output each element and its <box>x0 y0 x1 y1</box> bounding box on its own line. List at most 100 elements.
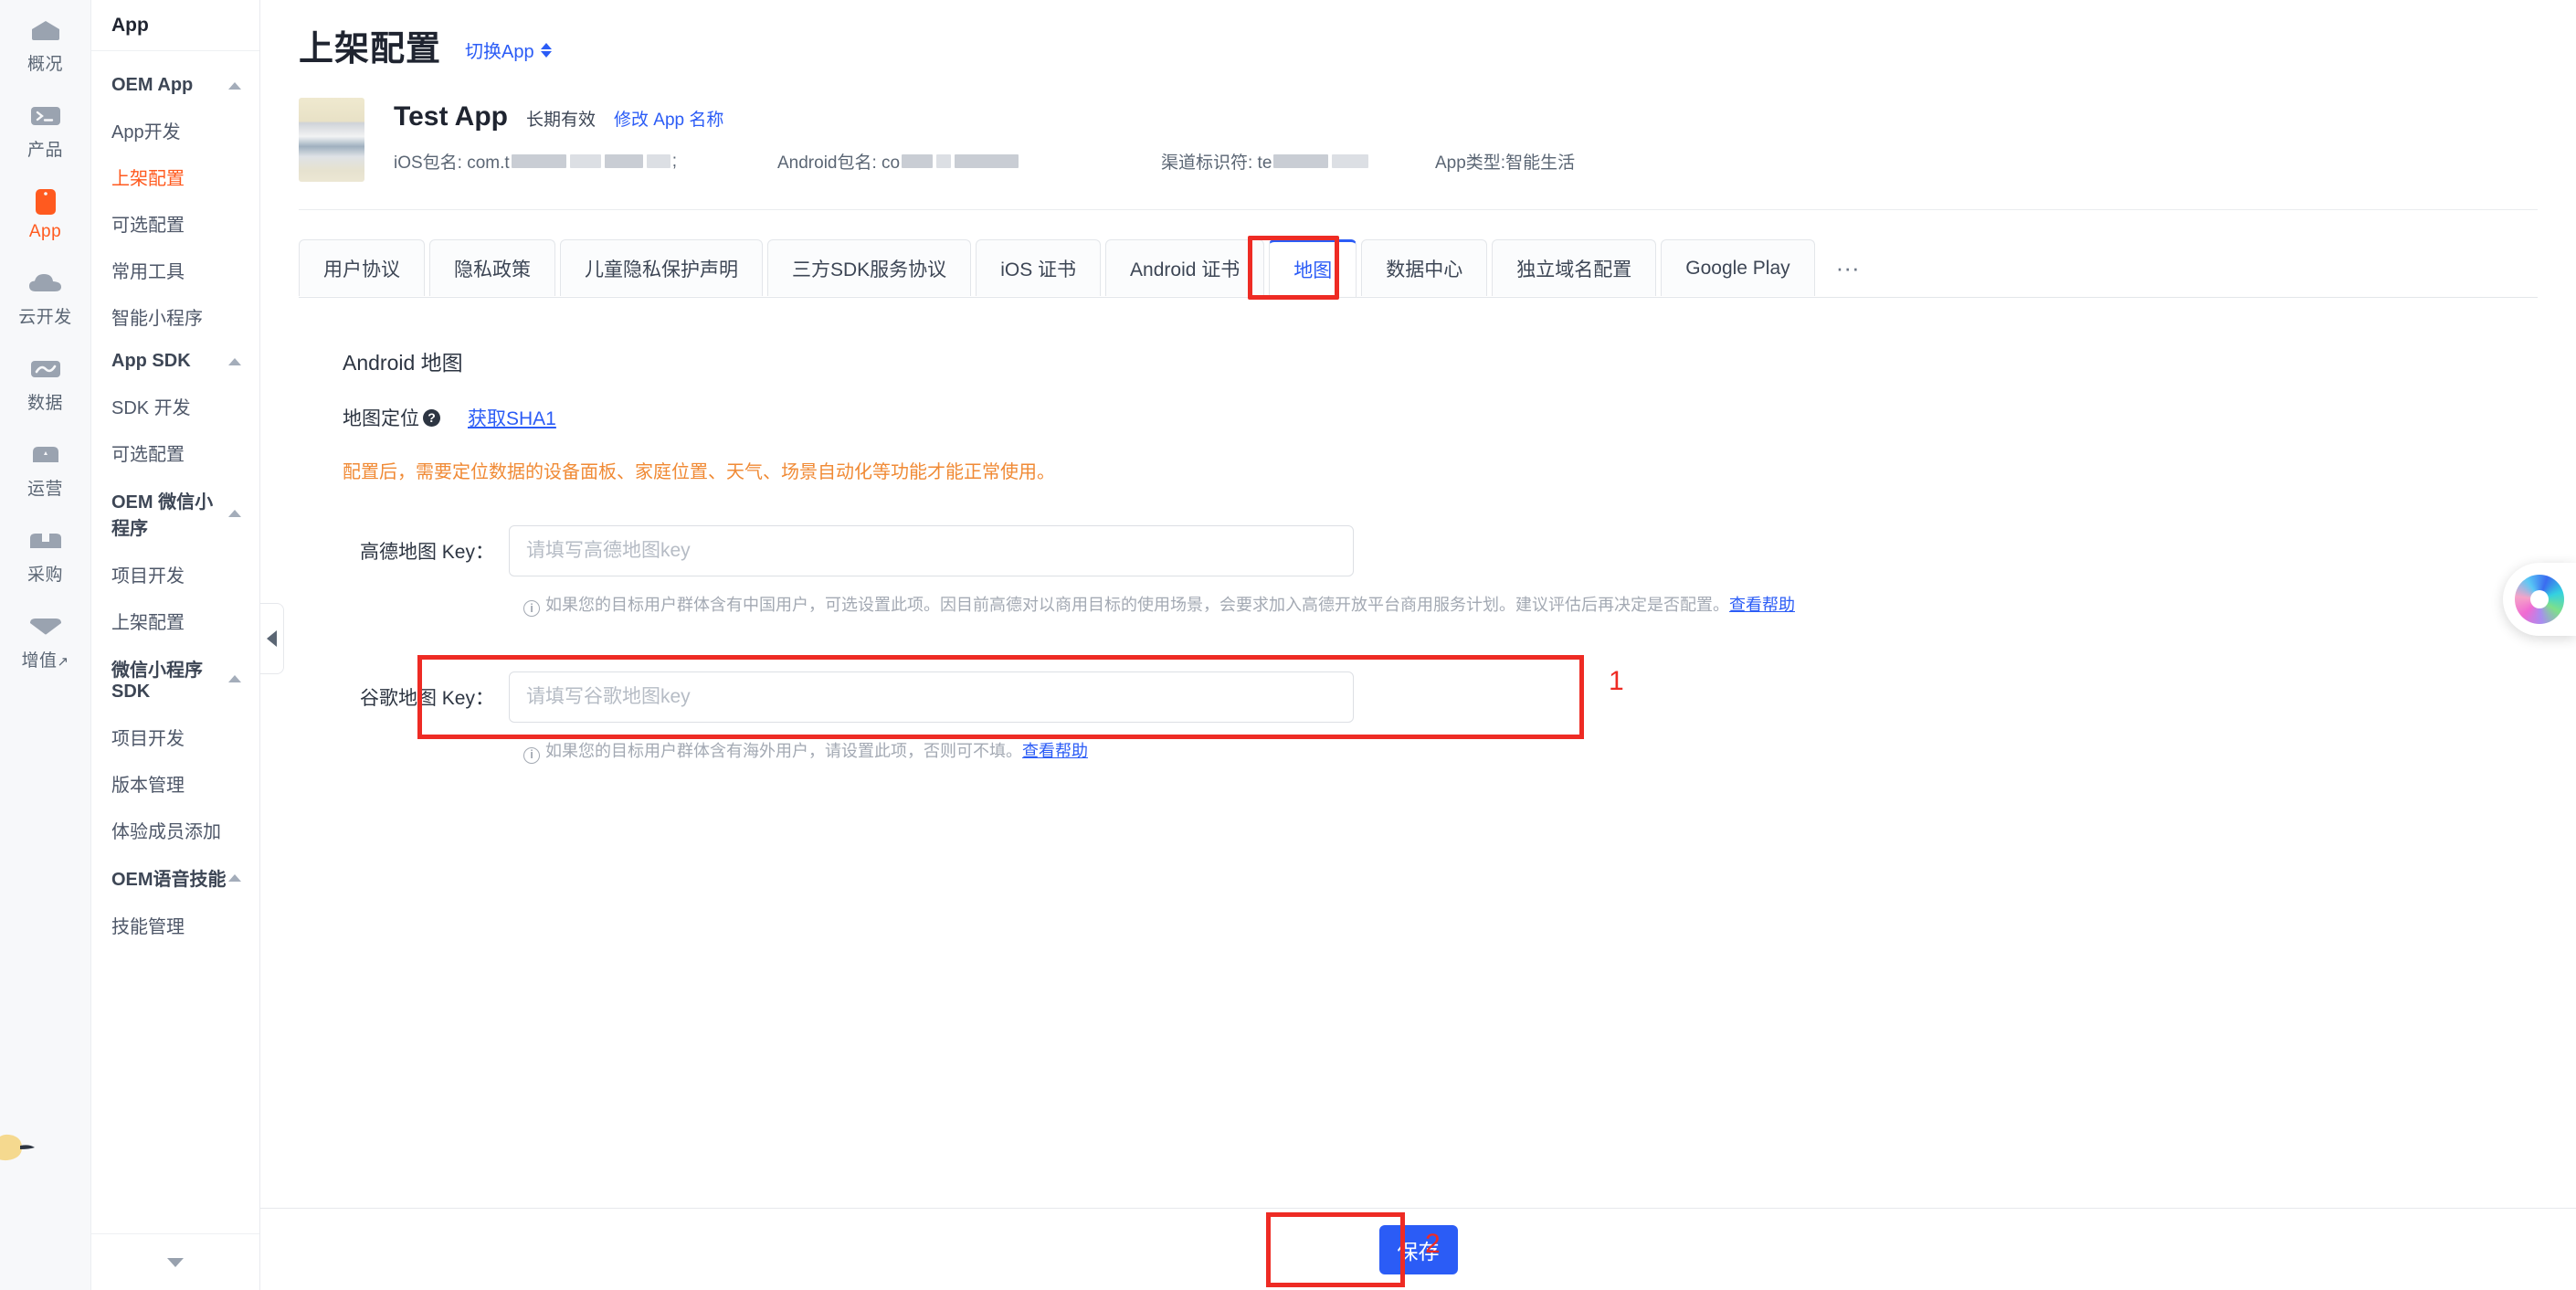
nav-collapse-footer[interactable] <box>91 1233 259 1290</box>
mascot-decoration <box>0 1124 46 1166</box>
chart-icon <box>26 355 65 383</box>
switch-app-label: 切换App <box>465 42 534 62</box>
tab-third-party-sdk[interactable]: 三方SDK服务协议 <box>767 239 972 296</box>
gmap-key-label: 谷歌地图 Key： <box>359 688 494 710</box>
nav-group-oem-app[interactable]: OEM App <box>91 64 259 107</box>
app-name: Test App <box>394 101 508 132</box>
phone-icon <box>26 188 65 216</box>
nav-group-wechat-sdk[interactable]: 微信小程序 SDK <box>91 644 259 714</box>
sidebar-item-listing-config[interactable]: 上架配置 <box>91 153 259 200</box>
amap-help-link[interactable]: 查看帮助 <box>1729 596 1795 614</box>
rail-item-products[interactable]: 产品 <box>0 102 90 161</box>
redaction-block <box>604 154 643 168</box>
rename-app-link[interactable]: 修改 App 名称 <box>614 106 723 131</box>
nav-group-oem-wechat[interactable]: OEM 微信小程序 <box>91 476 259 551</box>
main-content: 上架配置 切换App Test App 长期有效 修改 App 名称 iOS包名… <box>260 0 2576 1290</box>
tab-map[interactable]: 地图 <box>1269 239 1357 297</box>
amap-key-input[interactable] <box>509 525 1354 576</box>
sidebar-item-app-dev[interactable]: App开发 <box>91 107 259 153</box>
sidebar-item-optional-config[interactable]: 可选配置 <box>91 200 259 247</box>
app-name-row: Test App 长期有效 修改 App 名称 <box>394 101 2538 132</box>
sidebar-item-wechat-sdk-project-dev[interactable]: 项目开发 <box>91 714 259 760</box>
panel-collapse-handle[interactable] <box>260 603 284 674</box>
sidebar-item-skill-management[interactable]: 技能管理 <box>91 902 259 948</box>
nav-header-title: App <box>91 0 259 51</box>
app-type: App类型:智能生活 <box>1435 153 1576 173</box>
save-button[interactable]: 保存 <box>1378 1224 1458 1274</box>
app-validity: 长期有效 <box>526 111 596 130</box>
amap-key-label: 高德地图 Key： <box>359 542 494 563</box>
app-summary-bar: Test App 长期有效 修改 App 名称 iOS包名: com.t ; A… <box>299 98 2538 210</box>
home-icon <box>26 16 65 44</box>
tab-google-play[interactable]: Google Play <box>1661 239 1815 296</box>
sidebar-item-wechat-listing-config[interactable]: 上架配置 <box>91 597 259 644</box>
chevron-down-icon <box>167 1257 184 1267</box>
rail-label-purchase: 采购 <box>26 566 63 585</box>
config-tabs: 用户协议 隐私政策 儿童隐私保护声明 三方SDK服务协议 iOS 证书 Andr… <box>299 236 2538 300</box>
rail-item-data[interactable]: 数据 <box>0 355 90 414</box>
tab-privacy-policy[interactable]: 隐私政策 <box>429 239 555 296</box>
assistant-orb-button[interactable] <box>2503 563 2576 636</box>
rail-label-overview: 概况 <box>26 55 63 74</box>
get-sha1-link[interactable]: 获取SHA1 <box>468 404 556 431</box>
rail-item-overview[interactable]: 概况 <box>0 16 90 75</box>
tabs-overflow-button[interactable]: ··· <box>1820 239 1876 296</box>
help-question-icon[interactable]: ? <box>423 408 440 427</box>
sidebar-item-tester-add[interactable]: 体验成员添加 <box>91 807 259 853</box>
gmap-key-hint: i 如果您的目标用户群体含有海外用户，请设置此项，否则可不填。查看帮助 <box>523 735 1254 767</box>
android-package-name: Android包名: co <box>777 149 1161 174</box>
sort-updown-icon <box>540 42 552 58</box>
sidebar-item-mini-program[interactable]: 智能小程序 <box>91 293 259 340</box>
rail-item-app[interactable]: App <box>0 188 90 242</box>
redaction-block <box>646 154 670 168</box>
assistant-orb-icon <box>2515 575 2564 624</box>
rail-item-operations[interactable]: 运营 <box>0 441 90 500</box>
chevron-up-icon <box>228 357 241 365</box>
annotation-number-1: 1 <box>1609 666 1624 697</box>
sidebar-item-sdk-optional-config[interactable]: 可选配置 <box>91 429 259 476</box>
sidebar-item-version-management[interactable]: 版本管理 <box>91 760 259 807</box>
app-identifiers: iOS包名: com.t ; Android包名: co 渠道标识符: te A… <box>394 149 2538 174</box>
rail-item-value-added[interactable]: 增值↗ <box>0 613 90 671</box>
tab-children-privacy[interactable]: 儿童隐私保护声明 <box>560 239 763 296</box>
rail-label-value-added: 增值↗ <box>21 651 69 671</box>
gmap-hint-text: 如果您的目标用户群体含有海外用户，请设置此项，否则可不填。 <box>545 742 1022 761</box>
rail-label-cloud-dev: 云开发 <box>18 308 72 327</box>
chevron-up-icon <box>228 675 241 682</box>
tab-android-certificate[interactable]: Android 证书 <box>1105 239 1265 296</box>
nav-group-label: OEM语音技能 <box>111 870 227 890</box>
gmap-help-link[interactable]: 查看帮助 <box>1022 742 1088 760</box>
info-icon: i <box>523 746 540 764</box>
tab-independent-domain[interactable]: 独立域名配置 <box>1492 239 1657 296</box>
rail-item-cloud-dev[interactable]: 云开发 <box>0 270 90 328</box>
gmap-key-row: 谷歌地图 Key： <box>299 671 2538 724</box>
rail-item-purchase[interactable]: 采购 <box>0 527 90 586</box>
sidebar-item-common-tools[interactable]: 常用工具 <box>91 247 259 293</box>
annotation-number-2: 2 <box>1425 1229 1441 1259</box>
chevron-up-icon <box>228 873 241 882</box>
redaction-block <box>1273 154 1329 168</box>
tab-user-agreement[interactable]: 用户协议 <box>299 239 425 296</box>
redaction-block <box>936 154 952 168</box>
map-locate-label: 地图定位 ? <box>343 404 440 431</box>
switch-app-button[interactable]: 切换App <box>465 37 552 63</box>
gmap-key-input[interactable] <box>509 671 1354 724</box>
tab-data-center[interactable]: 数据中心 <box>1361 239 1488 296</box>
sidebar-item-wechat-project-dev[interactable]: 项目开发 <box>91 551 259 597</box>
amap-hint-text: 如果您的目标用户群体含有中国用户，可选设置此项。因目前高德对以商用目标的使用场景… <box>545 596 1729 614</box>
nav-group-label: OEM 微信小程序 <box>111 492 214 539</box>
chevron-up-icon <box>228 510 241 517</box>
tab-ios-certificate[interactable]: iOS 证书 <box>976 239 1102 296</box>
nav-group-oem-voice[interactable]: OEM语音技能 <box>91 853 259 902</box>
redaction-block <box>1332 154 1369 168</box>
nav-group-app-sdk[interactable]: App SDK <box>91 340 259 383</box>
megaphone-icon <box>26 441 65 469</box>
primary-nav-rail: 概况 产品 App 云开发 数据 运营 采购 增值↗ <box>0 0 91 1290</box>
nav-group-label: OEM App <box>111 75 194 95</box>
sidebar-item-sdk-dev[interactable]: SDK 开发 <box>91 383 259 429</box>
app-icon-thumbnail <box>299 98 364 182</box>
app-meta: Test App 长期有效 修改 App 名称 iOS包名: com.t ; A… <box>394 98 2538 174</box>
chevron-left-icon <box>267 630 277 647</box>
redaction-block <box>569 154 601 168</box>
map-config-form: Android 地图 地图定位 ? 获取SHA1 配置后，需要定位数据的设备面板… <box>260 298 2576 1208</box>
